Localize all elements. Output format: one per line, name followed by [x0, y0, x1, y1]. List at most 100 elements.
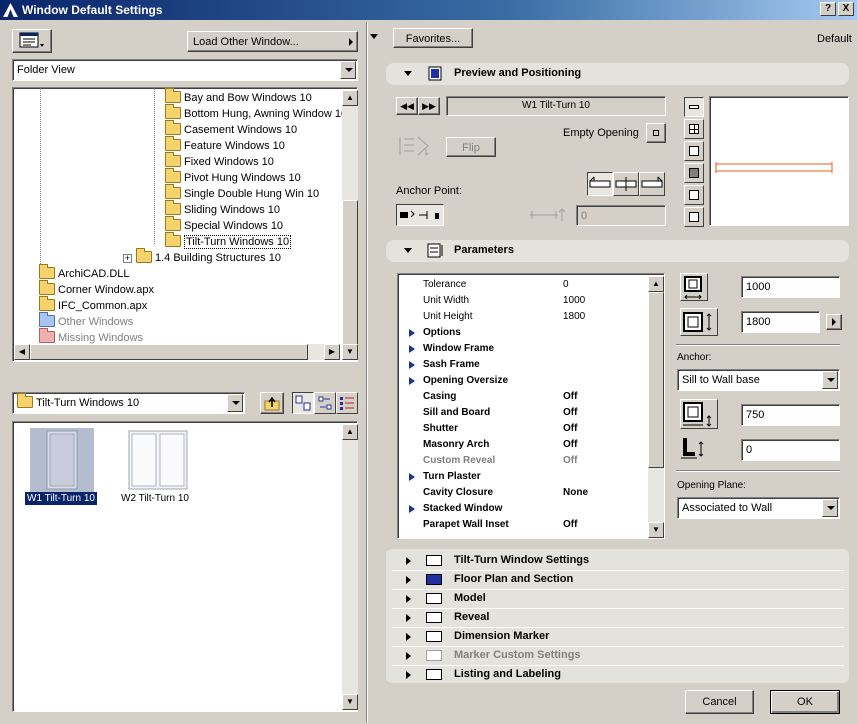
parameter-value[interactable]: Off [563, 437, 577, 453]
frame-view-button[interactable] [684, 185, 704, 205]
parameter-row[interactable]: Window Frame [398, 341, 648, 357]
expand-triangle-icon[interactable] [409, 505, 415, 513]
parameter-row[interactable]: Cavity Closure None [398, 485, 648, 501]
list-view-button[interactable] [336, 392, 358, 414]
load-other-window-button[interactable]: Load Other Window... [187, 31, 358, 52]
view-mode-button[interactable] [12, 29, 52, 53]
parameter-value[interactable]: 0 [563, 277, 569, 293]
parameter-row[interactable]: Tolerance 0 [398, 277, 648, 293]
parameter-value[interactable]: Off [563, 517, 577, 533]
chevron-down-icon[interactable] [340, 61, 356, 79]
height-more-button[interactable] [826, 314, 842, 330]
flip-button[interactable]: Flip [446, 137, 496, 157]
next-object-button[interactable]: ▶▶ [418, 97, 440, 115]
scroll-left-icon[interactable]: ◀ [14, 344, 30, 360]
tree-item[interactable]: Single Double Hung Win 10 [165, 184, 319, 202]
empty-opening-toggle[interactable] [646, 123, 666, 143]
tree-hscrollbar[interactable]: ◀ ▶ [14, 344, 340, 360]
tree-item[interactable]: Casement Windows 10 [165, 120, 297, 138]
parameter-row[interactable]: Custom Reveal Off [398, 453, 648, 469]
favorites-button[interactable]: Favorites... [393, 28, 473, 48]
section-view-button[interactable] [684, 119, 704, 139]
parameter-row[interactable]: Sash Frame [398, 357, 648, 373]
parameter-row[interactable]: Sill and Board Off [398, 405, 648, 421]
chevron-down-icon[interactable] [822, 499, 838, 517]
close-button[interactable]: X [838, 2, 854, 16]
scroll-up-icon[interactable]: ▲ [342, 90, 358, 106]
previous-object-button[interactable]: ◀◀ [396, 97, 418, 115]
tree-scrollbar[interactable]: ▲ ▼ [342, 90, 358, 360]
scroll-up-icon[interactable]: ▲ [342, 424, 358, 440]
expand-triangle-icon[interactable] [409, 345, 415, 353]
chevron-down-icon[interactable] [227, 394, 243, 412]
anchor-left-button[interactable] [587, 172, 613, 196]
anchor-center-button[interactable] [613, 172, 639, 196]
sill-height-field[interactable]: 750 [741, 404, 840, 426]
current-folder-select[interactable]: Tilt-Turn Windows 10 [12, 392, 245, 414]
param-scroll-thumb[interactable] [648, 292, 664, 468]
section-settings-grid[interactable]: Tilt-Turn Window Settings [386, 552, 848, 569]
3d-view-button[interactable] [684, 163, 704, 183]
section-listing[interactable]: Listing and Labeling [386, 666, 848, 683]
tree-item[interactable]: Feature Windows 10 [165, 136, 285, 154]
folder-tree[interactable]: Bay and Bow Windows 10 Bottom Hung, Awnin… [12, 87, 358, 362]
collapse-pane-icon[interactable] [370, 34, 378, 39]
expand-triangle-icon[interactable] [409, 473, 415, 481]
anchor-select[interactable]: Sill to Wall base [677, 369, 840, 391]
pane-divider[interactable] [366, 22, 368, 722]
opening-plane-select[interactable]: Associated to Wall [677, 497, 840, 519]
plan-view-button[interactable] [684, 97, 704, 117]
scroll-down-icon[interactable]: ▼ [342, 694, 358, 710]
thumbnails-scrollbar[interactable]: ▲ ▼ [342, 424, 358, 710]
scroll-down-icon[interactable]: ▼ [648, 522, 664, 538]
anchor-point-selector[interactable] [396, 204, 444, 226]
parameter-value[interactable]: Off [563, 453, 577, 469]
parameter-list[interactable]: Tolerance 0 Unit Width 1000 Unit Height 1800 O… [397, 273, 665, 539]
parameter-row[interactable]: Turn Plaster [398, 469, 648, 485]
parameter-row[interactable]: Stacked Window [398, 501, 648, 517]
large-icons-view-button[interactable] [292, 392, 314, 414]
tree-item[interactable]: Other Windows [39, 312, 133, 330]
preview-canvas[interactable] [709, 96, 849, 226]
section-reveal[interactable]: Reveal [386, 609, 848, 626]
parameter-row[interactable]: Unit Width 1000 [398, 293, 648, 309]
tree-item[interactable]: Bay and Bow Windows 10 [165, 88, 312, 106]
chevron-down-icon[interactable] [822, 371, 838, 389]
scroll-right-icon[interactable]: ▶ [324, 344, 340, 360]
tree-item[interactable]: Tilt-Turn Windows 10 [165, 232, 292, 250]
parent-folder-button[interactable] [260, 392, 284, 414]
parameter-value[interactable]: 1000 [563, 293, 585, 309]
tree-item[interactable]: Fixed Windows 10 [165, 152, 274, 170]
help-button[interactable]: ? [820, 2, 836, 16]
parameter-row[interactable]: Casing Off [398, 389, 648, 405]
tree-item[interactable]: ArchiCAD.DLL [39, 264, 130, 282]
tree-hscroll-thumb[interactable] [30, 344, 308, 360]
section-preview-positioning[interactable]: Preview and Positioning [386, 65, 848, 82]
section-floor-plan[interactable]: Floor Plan and Section [386, 571, 848, 588]
section-dimension-marker[interactable]: Dimension Marker [386, 628, 848, 645]
object-thumbnails[interactable]: W1 Tilt-Turn 10 W2 Tilt-Turn 10 ▲ ▼ [12, 421, 358, 712]
thumbnail-w1[interactable] [30, 428, 94, 492]
parameter-value[interactable]: Off [563, 405, 577, 421]
scroll-down-icon[interactable]: ▼ [342, 344, 358, 360]
elevation-field[interactable]: 0 [741, 439, 840, 461]
cancel-button[interactable]: Cancel [685, 690, 754, 714]
anchor-right-button[interactable] [639, 172, 665, 196]
scroll-up-icon[interactable]: ▲ [648, 276, 664, 292]
elevation-view-button[interactable] [684, 141, 704, 161]
tree-item[interactable]: Bottom Hung, Awning Window 10 [165, 104, 347, 122]
tree-item[interactable]: Special Windows 10 [165, 216, 283, 234]
expand-triangle-icon[interactable] [409, 377, 415, 385]
parameter-value[interactable]: Off [563, 421, 577, 437]
height-field[interactable]: 1800 [741, 311, 820, 333]
list-params-button[interactable] [684, 207, 704, 227]
parameter-row[interactable]: Opening Oversize [398, 373, 648, 389]
tree-scroll-thumb[interactable] [342, 200, 358, 345]
parameter-row[interactable]: Shutter Off [398, 421, 648, 437]
parameter-row[interactable]: Masonry Arch Off [398, 437, 648, 453]
tree-item[interactable]: Corner Window.apx [39, 280, 154, 298]
parameter-row[interactable]: Unit Height 1800 [398, 309, 648, 325]
parameter-value[interactable]: None [563, 485, 588, 501]
expand-triangle-icon[interactable] [409, 361, 415, 369]
width-field[interactable]: 1000 [741, 276, 840, 298]
